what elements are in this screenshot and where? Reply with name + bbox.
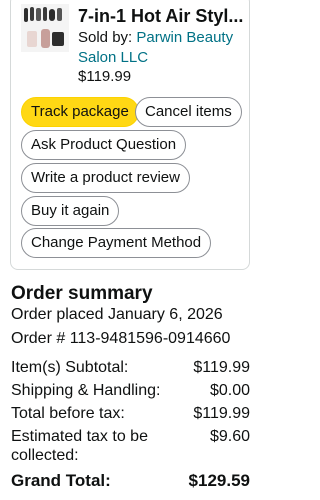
cancel-items-button[interactable]: Cancel items [135, 97, 242, 127]
order-placed-date: Order placed January 6, 2026 [11, 306, 223, 323]
order-summary-heading: Order summary [11, 283, 153, 304]
subtotal-value: $119.99 [193, 359, 250, 376]
estimated-tax-label: Estimated tax to be collected: [11, 428, 148, 464]
track-package-button[interactable]: Track package [21, 97, 139, 127]
ask-product-question-button[interactable]: Ask Product Question [21, 130, 187, 160]
buy-it-again-button[interactable]: Buy it again [21, 196, 120, 226]
order-number: Order # 113-9481596-0914660 [11, 330, 231, 347]
sold-by-label: Sold by: [78, 29, 137, 46]
shipping-value: $0.00 [209, 382, 250, 399]
shipping-label: Shipping & Handling: [11, 382, 161, 399]
sold-by-line: Sold by: Parwin Beauty Salon LLC [78, 28, 248, 68]
product-thumbnail[interactable] [21, 4, 69, 52]
estimated-tax-value: $9.60 [209, 428, 250, 445]
total-before-tax-label: Total before tax: [11, 405, 125, 422]
product-title-link[interactable]: 7-in-1 Hot Air Styl... [78, 3, 253, 29]
product-price: $119.99 [78, 68, 132, 85]
subtotal-label: Item(s) Subtotal: [11, 359, 129, 376]
change-payment-method-button[interactable]: Change Payment Method [21, 228, 212, 258]
hair-styler-product-image [21, 4, 69, 52]
write-review-button[interactable]: Write a product review [21, 163, 190, 193]
grand-total-label: Grand Total: [11, 471, 111, 490]
grand-total-value: $129.59 [188, 471, 250, 490]
total-before-tax-value: $119.99 [193, 405, 250, 422]
